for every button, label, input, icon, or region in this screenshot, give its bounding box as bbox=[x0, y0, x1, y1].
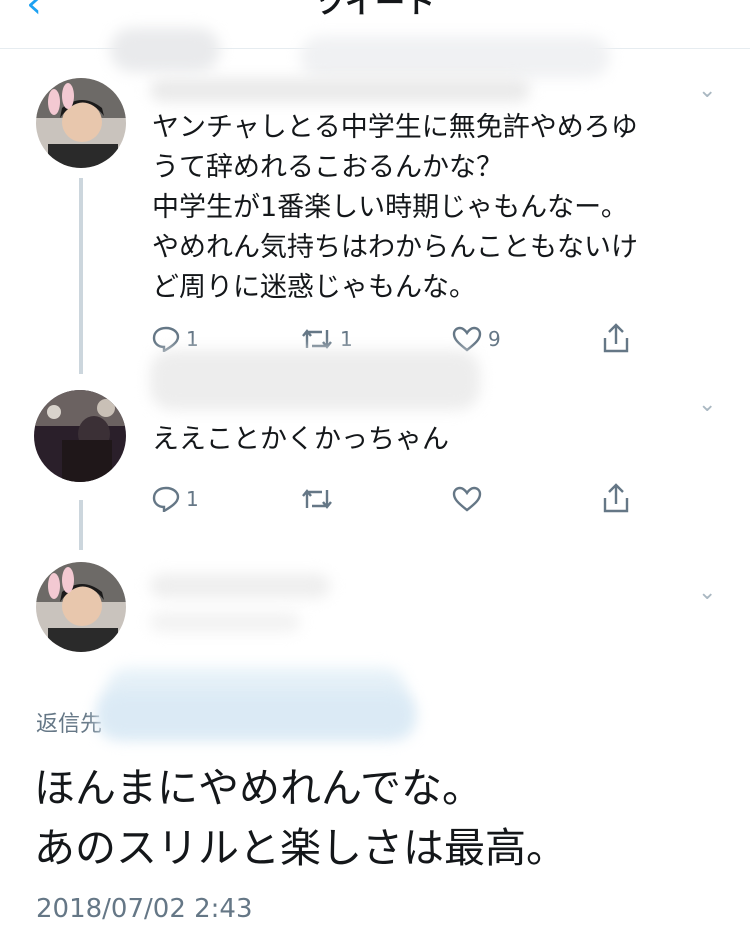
main-tweet-text: ほんまにやめれんでな。 あのスリルと楽しさは最高。 bbox=[34, 764, 567, 872]
reply-button[interactable]: 1 bbox=[152, 326, 199, 352]
chevron-down-icon[interactable]: ⌄ bbox=[698, 580, 716, 605]
retweet-icon bbox=[302, 489, 332, 509]
tweet-text: ヤンチャしとる中学生に無免許やめろゆ うて辞めれるこおるんかな？ 中学生が1番楽… bbox=[152, 112, 638, 303]
redacted-handle bbox=[150, 612, 300, 632]
thread-line bbox=[79, 500, 83, 550]
heart-icon bbox=[452, 326, 482, 352]
redacted-area bbox=[96, 690, 416, 740]
avatar[interactable] bbox=[34, 390, 126, 482]
like-button[interactable]: 9 bbox=[452, 326, 501, 352]
retweet-count: 1 bbox=[340, 327, 353, 351]
thread-line bbox=[79, 178, 83, 374]
like-count: 9 bbox=[488, 327, 501, 351]
avatar[interactable] bbox=[36, 562, 126, 652]
reply-to-label: 返信先 bbox=[36, 712, 103, 737]
share-icon bbox=[603, 323, 629, 353]
reply-icon bbox=[152, 486, 180, 512]
redacted-name bbox=[150, 350, 480, 410]
reply-count: 1 bbox=[186, 487, 199, 511]
redacted-name bbox=[150, 574, 330, 598]
share-button[interactable] bbox=[602, 322, 630, 354]
reply-count: 1 bbox=[186, 327, 199, 351]
timestamp: 2018/07/02 2:43 bbox=[36, 894, 253, 924]
avatar[interactable] bbox=[36, 78, 126, 168]
reply-button[interactable]: 1 bbox=[152, 486, 199, 512]
redacted-name bbox=[150, 78, 530, 102]
redacted-area bbox=[300, 36, 610, 78]
page-title: ツイート bbox=[315, 0, 435, 21]
chevron-down-icon[interactable]: ⌄ bbox=[698, 392, 716, 417]
redacted-area bbox=[110, 28, 220, 72]
retweet-button[interactable] bbox=[300, 486, 334, 512]
tweet-text: ええことかくかっちゃん bbox=[152, 424, 449, 455]
retweet-button[interactable]: 1 bbox=[300, 326, 353, 352]
chevron-down-icon[interactable]: ⌄ bbox=[698, 78, 716, 103]
share-icon bbox=[603, 483, 629, 513]
reply-icon bbox=[152, 326, 180, 352]
share-button[interactable] bbox=[602, 482, 630, 514]
like-button[interactable] bbox=[452, 486, 482, 512]
heart-icon bbox=[452, 486, 482, 512]
retweet-icon bbox=[302, 329, 332, 349]
